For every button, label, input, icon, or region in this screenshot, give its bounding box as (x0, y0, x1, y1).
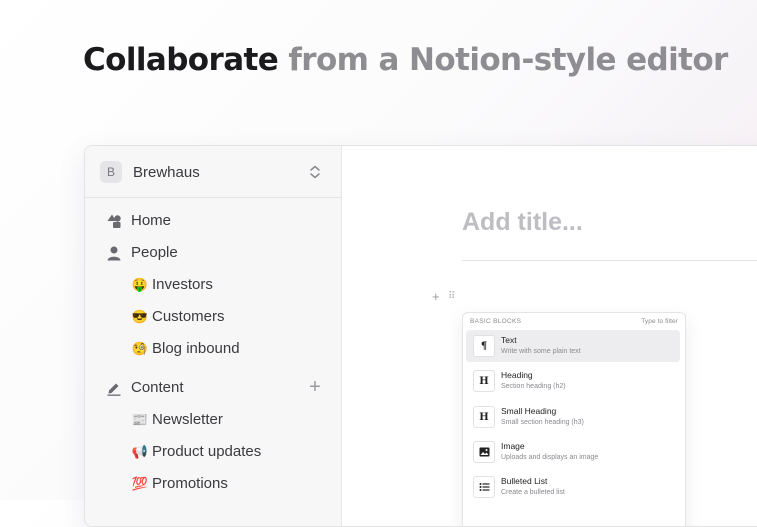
block-option-title: Heading (501, 370, 533, 380)
sunglasses-face-icon: 😎 (131, 309, 149, 324)
sidebar-item-people[interactable]: People (85, 239, 341, 267)
editor: Add title... + ⠿ BASIC BLOCKS Type to fi… (342, 146, 757, 526)
block-menu-filter-hint: Type to filter (641, 318, 678, 325)
block-option-title: Small Heading (501, 406, 557, 416)
sidebar-item-label: Blog inbound (152, 340, 240, 357)
heading-icon: H (473, 370, 495, 392)
add-content-button[interactable]: + (305, 376, 325, 398)
chevron-up-down-icon (310, 165, 320, 179)
workspace-avatar: B (100, 161, 122, 183)
workspace-switcher[interactable]: B Brewhaus (85, 146, 341, 198)
block-option-bulleted-list[interactable]: Bulleted List Create a bulleted list (466, 471, 680, 503)
sidebar-item-label: Investors (152, 276, 213, 293)
paragraph-icon: ¶ (473, 335, 495, 357)
block-menu-header: BASIC BLOCKS Type to filter (470, 318, 678, 330)
block-option-description: Uploads and displays an image (501, 454, 599, 461)
workspace-name: Brewhaus (133, 164, 200, 181)
block-option-small-heading[interactable]: H Small Heading Small section heading (h… (466, 401, 680, 433)
pencil-icon (105, 379, 123, 397)
drag-handle-icon[interactable]: ⠿ (448, 292, 455, 302)
block-option-title: Image (501, 441, 525, 451)
sidebar-item-investors[interactable]: 🤑 Investors (85, 271, 341, 299)
sidebar-item-label: Product updates (152, 443, 262, 460)
sidebar-item-label: Customers (152, 308, 225, 325)
block-option-title: Text (501, 335, 517, 345)
sidebar-item-blog-inbound[interactable]: 🧐 Blog inbound (85, 335, 341, 363)
person-icon (105, 244, 123, 262)
block-menu-section-title: BASIC BLOCKS (470, 318, 522, 325)
title-input[interactable]: Add title... (462, 208, 583, 237)
app-window: B Brewhaus Home People 🤑 Investors 😎 Cus… (84, 145, 757, 527)
monocle-face-icon: 🧐 (131, 341, 149, 356)
sidebar-item-newsletter[interactable]: 📰 Newsletter (85, 406, 341, 434)
block-option-heading[interactable]: H Heading Section heading (h2) (466, 365, 680, 397)
image-icon (473, 441, 495, 463)
block-option-image[interactable]: Image Uploads and displays an image (466, 436, 680, 468)
block-option-title: Bulleted List (501, 476, 548, 486)
sidebar-item-label: Promotions (152, 475, 228, 492)
headline-muted: from a Notion-style editor (288, 42, 728, 78)
sidebar-item-label: People (131, 244, 178, 261)
sidebar-item-label: Content (131, 379, 184, 396)
headline-strong: Collaborate (83, 42, 279, 78)
title-divider (462, 260, 757, 261)
block-option-description: Create a bulleted list (501, 489, 565, 496)
add-block-icon[interactable]: + (432, 290, 440, 304)
block-option-description: Small section heading (h3) (501, 419, 584, 426)
sidebar-item-label: Home (131, 212, 172, 229)
block-option-text[interactable]: ¶ Text Write with some plain text (466, 330, 680, 362)
page-headline: Collaborate from a Notion-style editor (83, 42, 728, 78)
sidebar-item-content[interactable]: Content + (85, 374, 341, 402)
block-option-description: Write with some plain text (501, 348, 581, 355)
sidebar-item-customers[interactable]: 😎 Customers (85, 303, 341, 331)
sidebar-item-product-updates[interactable]: 📢 Product updates (85, 438, 341, 466)
block-menu: BASIC BLOCKS Type to filter ¶ Text Write… (462, 312, 686, 526)
block-option-description: Section heading (h2) (501, 383, 566, 390)
home-icon (105, 212, 123, 230)
sidebar-item-home[interactable]: Home (85, 207, 341, 235)
small-heading-icon: H (473, 406, 495, 428)
megaphone-icon: 📢 (131, 444, 149, 459)
money-face-icon: 🤑 (131, 277, 149, 292)
sidebar-item-promotions[interactable]: 💯 Promotions (85, 470, 341, 498)
hundred-points-icon: 💯 (131, 476, 149, 491)
sidebar-item-label: Newsletter (152, 411, 223, 428)
list-icon (473, 476, 495, 498)
newspaper-icon: 📰 (131, 412, 149, 427)
sidebar: B Brewhaus Home People 🤑 Investors 😎 Cus… (85, 146, 342, 526)
